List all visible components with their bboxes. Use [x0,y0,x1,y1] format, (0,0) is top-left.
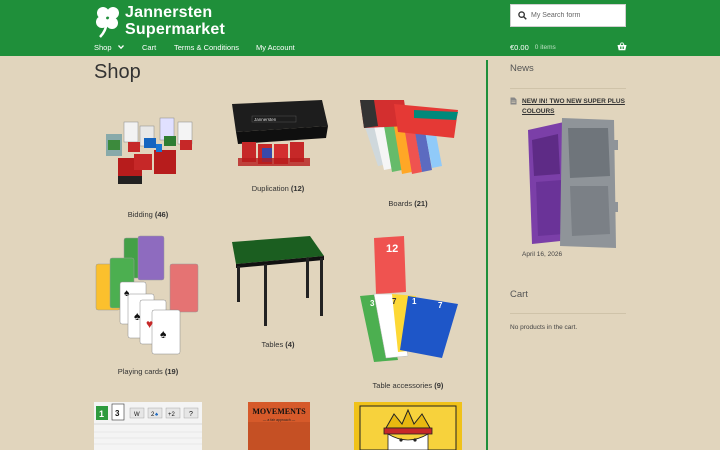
category-boards[interactable]: Boards (21) [354,96,462,214]
page-title: Shop [94,61,141,83]
category-name: Playing cards [117,367,163,376]
bid-value: 3 [115,409,120,418]
header-cart-link[interactable]: €0.00 0 items [510,41,627,53]
content-divider [486,60,488,450]
nav-item-my-account[interactable]: My Account [256,43,295,52]
logo-line-1: Jannersten [125,4,213,21]
category-table-accessories[interactable]: 12 3 7 1 7 Table accessories (9) [354,234,462,394]
nav-cart-label: Cart [142,42,157,52]
news-heading: News [510,63,534,74]
category-movements-book[interactable]: MOVEMENTS — a fair approach — [248,402,310,450]
bid-value: ? [189,411,193,418]
book-subtitle: — a fair approach — [263,418,296,422]
nav-item-shop[interactable]: Shop [94,43,142,52]
nav-account-label: My Account [256,42,295,52]
bid-value: 1 [99,409,104,419]
card-spade: ♠ [160,327,167,341]
king-card-image [354,402,462,450]
category-caption: Duplication (12) [224,184,332,193]
nav-terms-label: Terms & Conditions [174,42,240,52]
card-spade: ♠ [124,288,130,299]
category-caption: Tables (4) [224,340,332,349]
bidding-boxes-image [106,117,193,184]
movements-book-image: MOVEMENTS — a fair approach — [248,402,310,450]
category-name: Boards [388,199,413,208]
category-count: (12) [290,184,305,193]
search-form [510,4,626,27]
basket-icon [617,42,627,51]
search-icon [518,11,527,20]
category-name: Tables [261,340,284,349]
category-bidding[interactable]: Bidding (46) [94,96,202,224]
nav-shop-label: Shop [94,42,112,52]
board-number: 7 [438,301,443,310]
site-header: Jannersten Supermarket Shop Cart Terms &… [0,0,720,56]
board-number: 7 [392,297,397,306]
category-tables[interactable]: Tables (4) [224,234,332,354]
bid-value: +2 [168,412,176,418]
news-article-image[interactable] [524,116,620,248]
bid-value: W [134,412,140,418]
bidding-app-screenshot-image: 1 3 W 2 ♠ +2 ? [94,402,202,450]
category-count: (9) [434,381,444,390]
document-icon [510,97,517,105]
category-duplication[interactable]: Jannersten Duplication (12) [224,96,332,200]
book-title: MOVEMENTS [252,407,306,416]
playing-cards-image: ♠ ♥ ♠ ♠ [95,235,199,355]
category-caption: Table accessories (9) [354,381,462,390]
board-number: 12 [386,243,398,255]
nav-item-terms[interactable]: Terms & Conditions [174,43,256,52]
cart-heading: Cart [510,289,528,300]
cart-heading-rule [510,313,626,314]
category-bidding-software[interactable]: 1 3 W 2 ♠ +2 ? [94,402,202,450]
category-count: (21) [414,199,428,208]
card-table-image [232,236,324,326]
category-caption: Bidding (46) [94,210,202,219]
cart-item-count: 0 items [534,43,556,51]
shamrock-icon [96,7,119,38]
bridge-boards-image [360,100,458,174]
category-name: Bidding [127,210,153,219]
category-caption: Boards (21) [354,199,462,208]
logo-text: Jannersten Supermarket [125,4,225,38]
category-name: Duplication [251,184,289,193]
category-count: (4) [285,340,295,349]
search-input[interactable] [531,12,621,19]
board-number: 1 [412,297,417,306]
logo-line-2: Supermarket [125,21,226,38]
category-card-king[interactable] [354,402,462,450]
chevron-down-icon[interactable] [117,44,124,50]
category-count: (19) [164,367,179,376]
news-article-link[interactable]: NEW IN! TWO NEW SUPER PLUS COLOURS [522,97,626,117]
nav-item-cart[interactable]: Cart [142,43,174,52]
news-date: April 16, 2026 [522,251,563,258]
cart-total: €0.00 [510,42,529,52]
table-accessories-image: 12 3 7 1 7 [360,236,458,362]
main-nav: Shop Cart Terms & Conditions My Account [94,41,295,53]
category-caption: Playing cards (19) [94,367,202,376]
cart-empty-message: No products in the cart. [510,324,578,331]
dealing-machine-image: Jannersten [232,100,328,166]
category-count: (46) [154,210,169,219]
board-number: 3 [370,299,375,308]
category-name: Table accessories [372,381,433,390]
machine-label: Jannersten [254,117,277,122]
card-heart: ♥ [146,317,153,331]
site-logo[interactable]: Jannersten Supermarket [94,4,225,38]
card-spade: ♠ [134,309,141,323]
news-heading-rule [510,88,626,89]
category-playing-cards[interactable]: ♠ ♥ ♠ ♠ Playing cards (19) [94,234,202,378]
